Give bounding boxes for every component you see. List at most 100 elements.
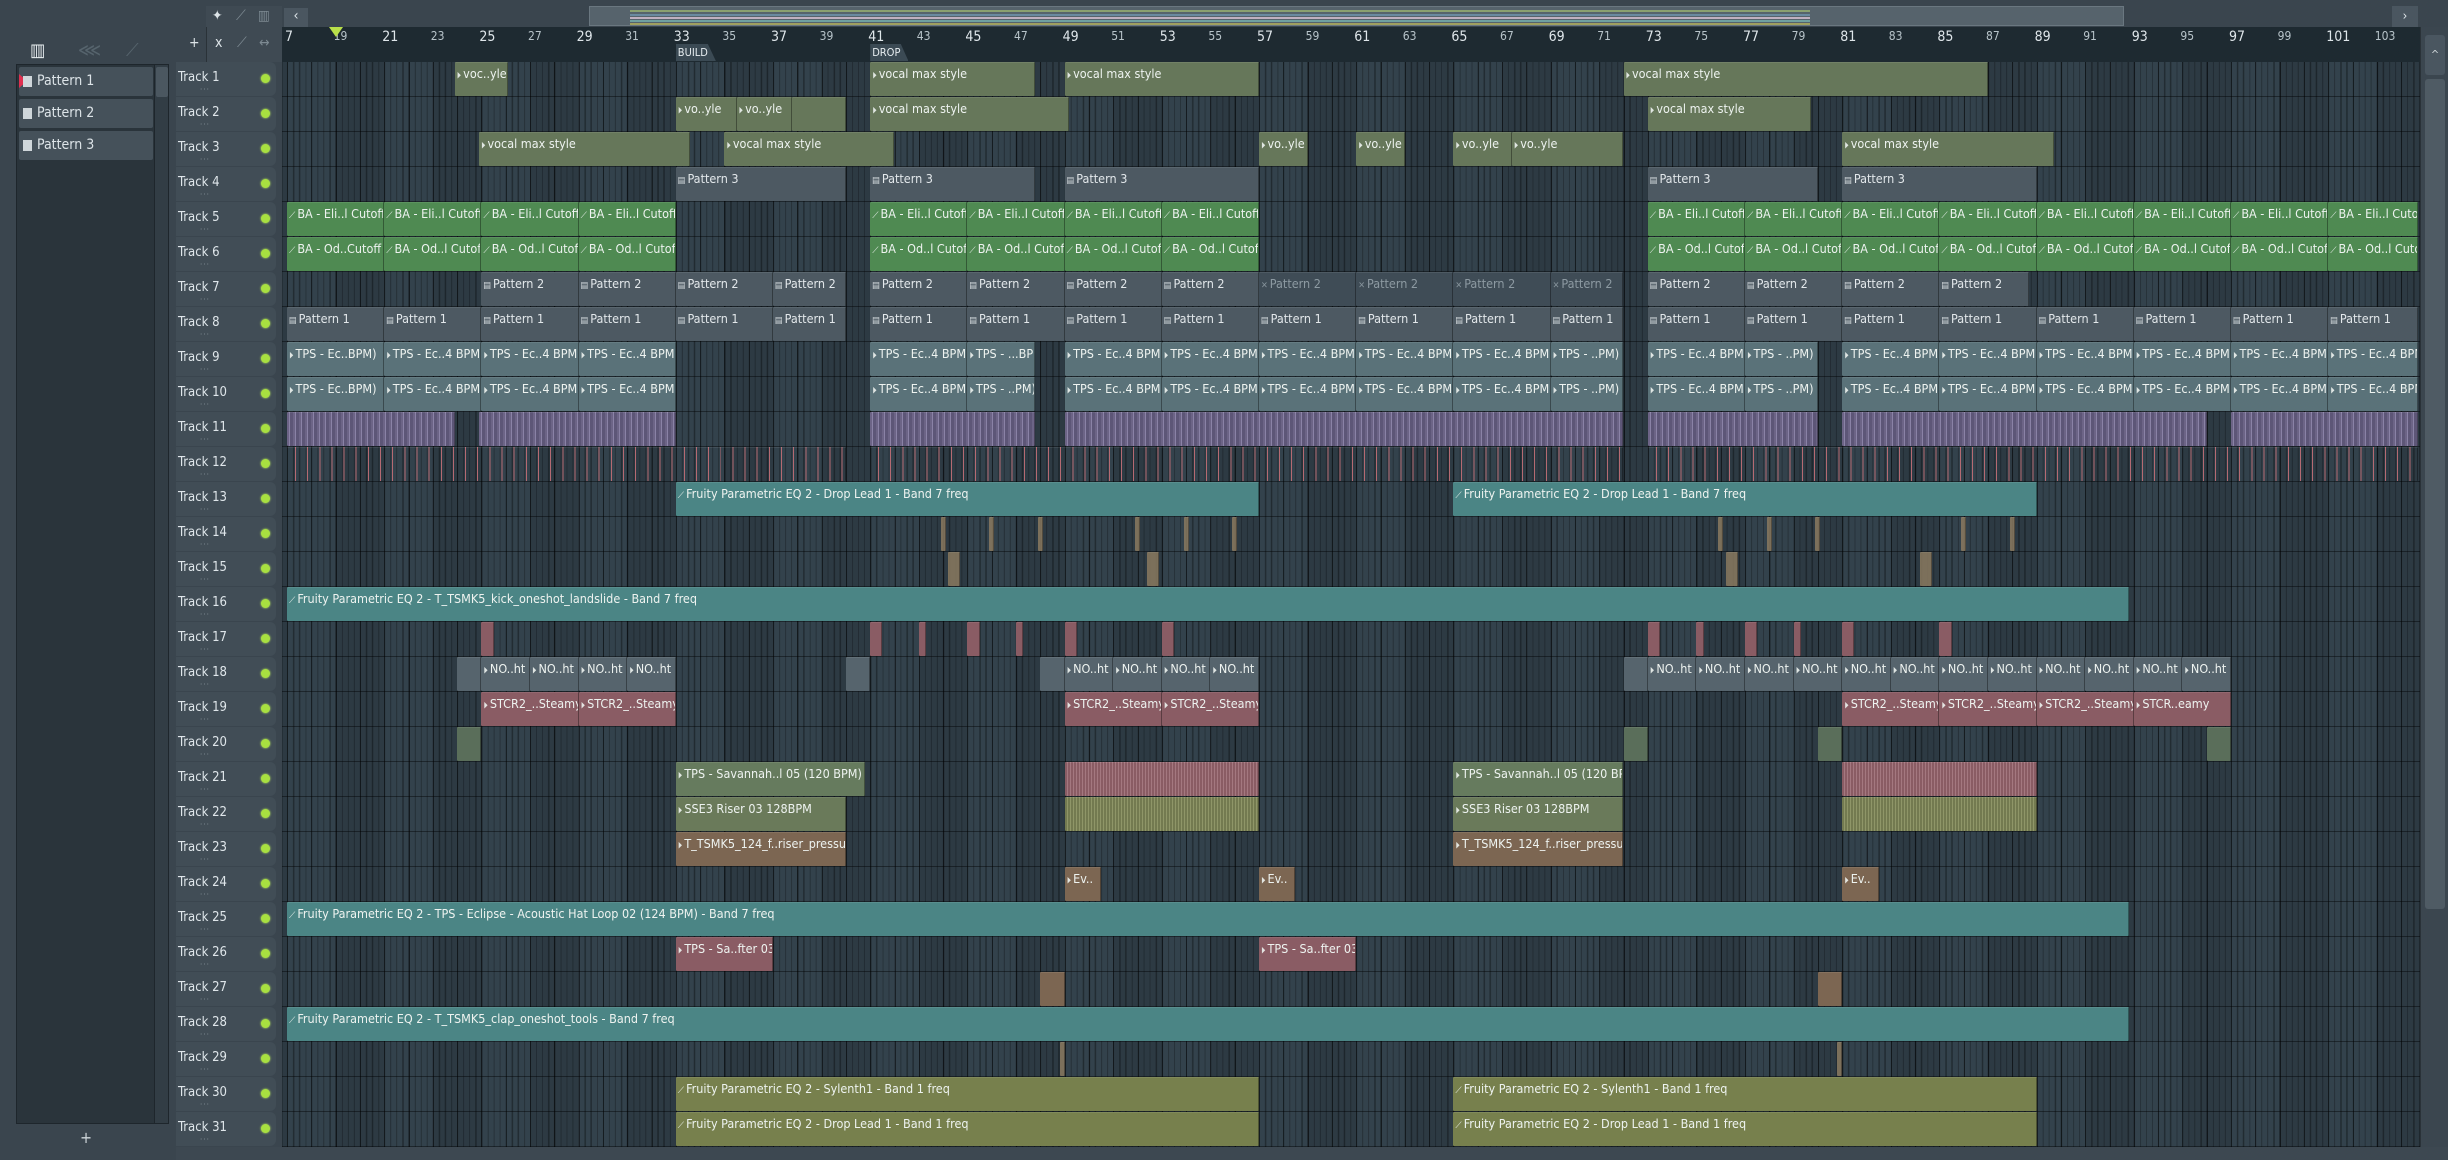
automation-clip[interactable]: ⟋ Fruity Parametric EQ 2 - Sylenth1 - Ban…	[1453, 1077, 2037, 1111]
track-mute-led[interactable]	[261, 669, 270, 678]
track-header[interactable]: Track 1 ···	[176, 62, 276, 96]
piano-icon[interactable]: ▥	[258, 8, 270, 24]
automation-clip[interactable]: ⟋BA - Od..l Cutoff	[1939, 237, 2037, 271]
track-grip-icon[interactable]: ···	[200, 540, 210, 549]
audio-clip[interactable]: ⏵TPS - Ec..4 BPM)	[2036, 342, 2134, 376]
audio-clip[interactable]: ⏵ NO..ht	[1939, 657, 1988, 691]
audio-clip[interactable]	[870, 622, 883, 656]
audio-clip[interactable]: ⏵ NO..ht	[1890, 657, 1940, 691]
pattern-clip[interactable]: ▤ Pattern 1	[1161, 307, 1259, 341]
pattern-clip[interactable]: ▤ Pattern 3	[1842, 167, 2037, 201]
waveform-icon[interactable]: ✦	[212, 8, 223, 24]
pattern-clip[interactable]: ▤ Pattern 2	[1064, 272, 1162, 306]
track-mute-led[interactable]	[261, 249, 270, 258]
audio-clip[interactable]: ⏵TPS - Ec..4 BPM)	[1064, 377, 1162, 411]
audio-clip[interactable]	[1842, 797, 2037, 831]
track-mute-led[interactable]	[261, 1089, 270, 1098]
audio-clip[interactable]: ⏵ SSE3 Riser 03 128BPM	[675, 797, 846, 831]
pattern-clip[interactable]: ▤ Pattern 1	[1745, 307, 1843, 341]
audio-clip[interactable]	[1837, 1042, 1843, 1076]
audio-clip[interactable]	[1016, 622, 1024, 656]
audio-clip[interactable]: ⏵ TPS - ..PM)	[1550, 377, 1624, 411]
audio-clip[interactable]: ⏵TPS - Ec..4 BPM)	[1842, 342, 1940, 376]
track-grip-icon[interactable]: ···	[200, 260, 210, 269]
scroll-up-button[interactable]: ^	[2425, 35, 2445, 75]
audio-clip[interactable]	[1040, 972, 1065, 1006]
audio-clip[interactable]	[1919, 552, 1933, 586]
audio-clip[interactable]	[947, 552, 961, 586]
audio-clip[interactable]	[1183, 517, 1189, 551]
audio-clip[interactable]	[870, 412, 1036, 446]
track-mute-led[interactable]	[261, 459, 270, 468]
audio-clip[interactable]	[2231, 412, 2419, 446]
audio-clip[interactable]	[1147, 552, 1160, 586]
track-grip-icon[interactable]: ···	[200, 85, 210, 94]
audio-clip[interactable]	[1135, 517, 1140, 551]
audio-clip[interactable]: ⏵ STCR2_..Steamy	[481, 692, 579, 726]
pattern-clip[interactable]: ▤ Pattern 1	[287, 307, 385, 341]
track-header[interactable]: Track 31 ···	[176, 1112, 276, 1146]
audio-clip[interactable]	[1161, 622, 1174, 656]
track-grip-icon[interactable]: ···	[200, 890, 210, 899]
pattern-clip[interactable]: ▤ Pattern 2	[773, 272, 846, 306]
audio-clip[interactable]: ⏵TPS - Ec..4 BPM)	[2133, 377, 2231, 411]
audio-clip[interactable]: ⏵ vocal max style	[1647, 97, 1811, 131]
track-mute-led[interactable]	[261, 144, 270, 153]
pattern-clip[interactable]: ▤ Pattern 2	[967, 272, 1065, 306]
add-pattern-button[interactable]: +	[80, 1128, 92, 1147]
pattern-clip[interactable]: ▤ Pattern 3	[870, 167, 1036, 201]
audio-clip[interactable]	[287, 447, 846, 481]
track-grip-icon[interactable]: ···	[200, 820, 210, 829]
audio-clip[interactable]: ⏵TPS - Ec..4 BPM)	[1453, 342, 1551, 376]
pattern-clip[interactable]: ▤ Pattern 1	[1939, 307, 2037, 341]
audio-clip[interactable]	[287, 412, 455, 446]
track-grip-icon[interactable]: ···	[200, 610, 210, 619]
audio-clip[interactable]	[1745, 622, 1758, 656]
audio-clip[interactable]: ⏵ vo..yle	[1356, 132, 1405, 166]
track-grip-icon[interactable]: ···	[200, 1135, 210, 1144]
pattern-clip[interactable]: ▤ Pattern 1	[1647, 307, 1745, 341]
audio-clip[interactable]: ⏵ NO..ht	[1793, 657, 1843, 691]
automation-clip[interactable]: ⟋ Fruity Parametric EQ 2 - T_TSMK5_clap_o…	[287, 1007, 2129, 1041]
track-grip-icon[interactable]: ···	[200, 120, 210, 129]
audio-clip[interactable]	[1817, 727, 1843, 761]
track-header[interactable]: Track 16 ···	[176, 587, 276, 621]
audio-clip[interactable]: ⏵TPS - Ec..4 BPM)	[481, 342, 579, 376]
audio-clip[interactable]	[1793, 622, 1801, 656]
track-header[interactable]: Track 17 ···	[176, 622, 276, 656]
audio-clip[interactable]: ⏵TPS - Ec..4 BPM)	[870, 377, 968, 411]
audio-clip[interactable]: ⏵ NO..ht	[1161, 657, 1211, 691]
track-mute-led[interactable]	[261, 354, 270, 363]
track-mute-led[interactable]	[261, 179, 270, 188]
audio-clip[interactable]: ⏵ STCR2_..Steamy	[2036, 692, 2134, 726]
audio-clip[interactable]: ⏵ STCR2_..Steamy	[1161, 692, 1259, 726]
pattern-clip[interactable]: ▤ Pattern 1	[1064, 307, 1162, 341]
pattern-clip[interactable]: ▤ Pattern 3	[675, 167, 846, 201]
pattern-clip[interactable]: ▤ Pattern 1	[384, 307, 482, 341]
automation-clip[interactable]: ⟋BA - Od..l Cutoff	[1161, 237, 1259, 271]
audio-clip[interactable]	[989, 517, 995, 551]
track-grip-icon[interactable]: ···	[200, 1100, 210, 1109]
audio-clip[interactable]: ⏵ NO..ht	[627, 657, 676, 691]
audio-clip[interactable]: ⏵TPS - Ec..4 BPM)	[481, 377, 579, 411]
audio-clip[interactable]: ⏵ vocal max style	[1623, 62, 1988, 96]
automation-clip[interactable]: ⟋ Fruity Parametric EQ 2 - TPS - Eclipse …	[287, 902, 2129, 936]
add-track-button[interactable]: +	[189, 35, 200, 51]
overview-scrollbar[interactable]	[589, 6, 2124, 26]
audio-clip[interactable]: ⏵TPS - Ec..4 BPM)	[1842, 377, 1940, 411]
audio-clip[interactable]	[457, 727, 482, 761]
cut-tool-button[interactable]: x	[215, 35, 222, 51]
audio-clip[interactable]: ⏵ STCR2_..Steamy	[1064, 692, 1162, 726]
pattern-clip[interactable]: ▤ Pattern 3	[1647, 167, 1818, 201]
track-mute-led[interactable]	[261, 1124, 270, 1133]
audio-clip[interactable]: ⏵ vocal max style	[478, 132, 691, 166]
pattern-clip[interactable]: ▤ Pattern 1	[870, 307, 968, 341]
pattern-clip[interactable]: ▤ Pattern 1	[1842, 307, 1940, 341]
audio-clip[interactable]	[1064, 622, 1077, 656]
audio-clip[interactable]	[1842, 622, 1855, 656]
audio-clip[interactable]: ⏵ NO..ht	[1647, 657, 1697, 691]
audio-clip[interactable]: ⏵TPS - Ec..4 BPM)	[1259, 377, 1357, 411]
pattern-clip[interactable]: ▤ Pattern 1	[1550, 307, 1624, 341]
track-grip-icon[interactable]: ···	[200, 190, 210, 199]
automation-clip[interactable]: ⟋ Fruity Parametric EQ 2 - Drop Lead 1 - …	[1453, 1112, 2037, 1146]
